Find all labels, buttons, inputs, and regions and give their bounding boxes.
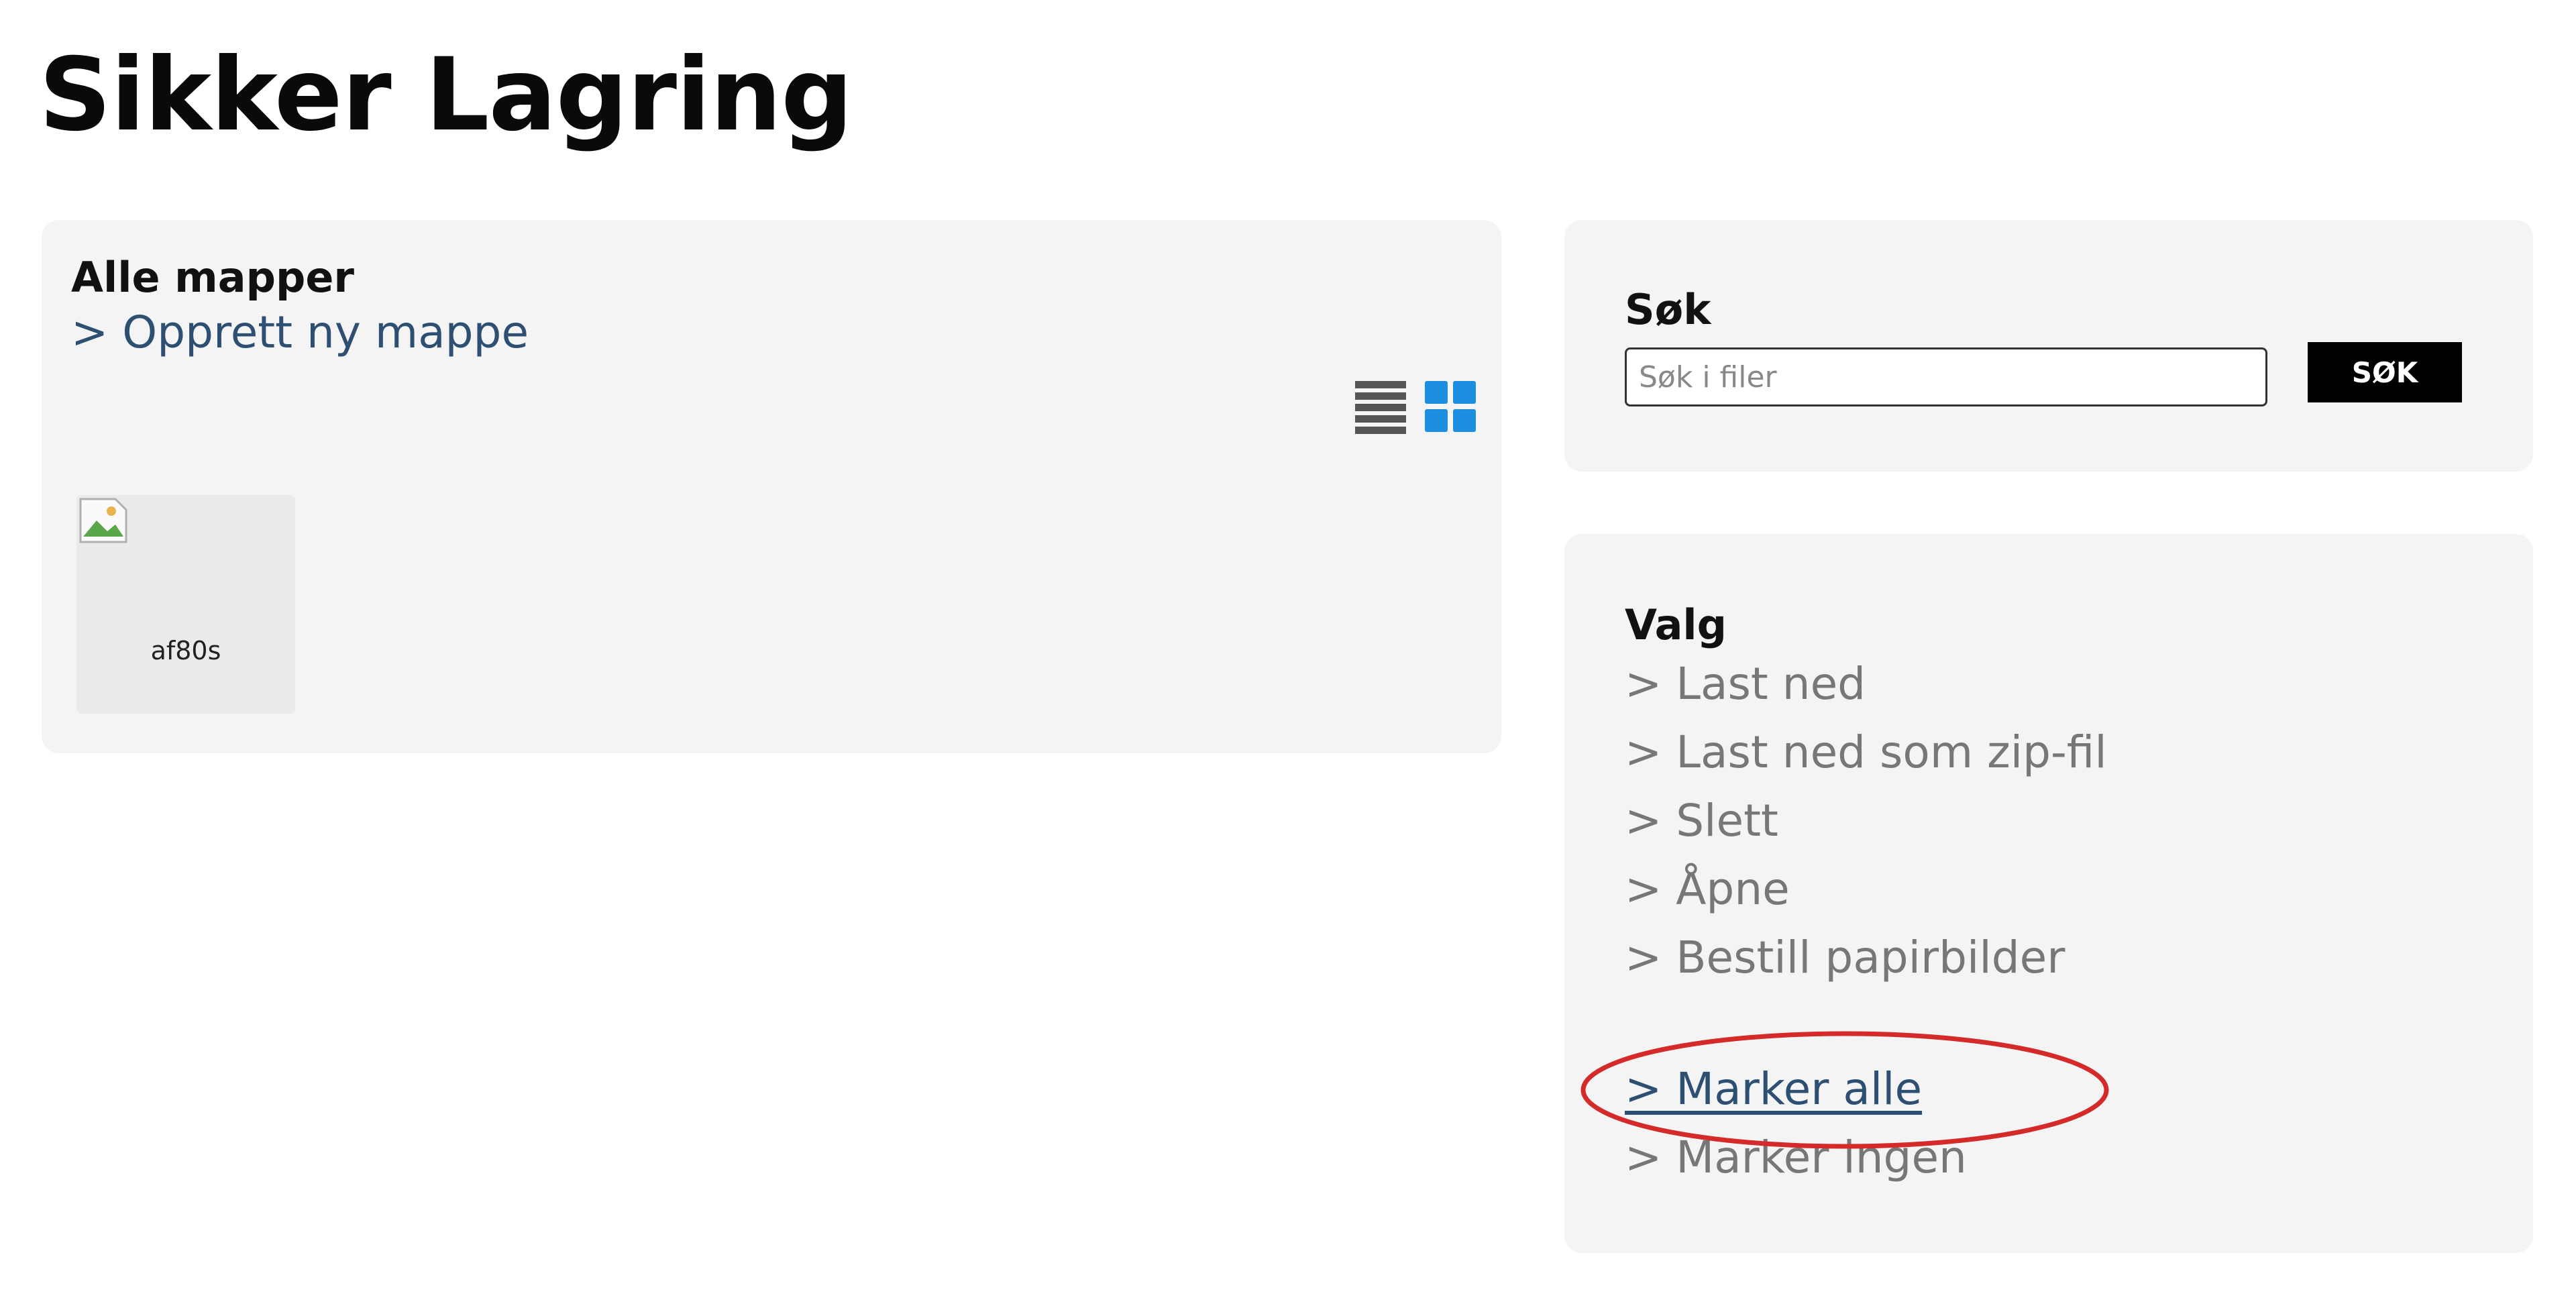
broken-image-icon	[79, 498, 127, 543]
search-input[interactable]	[1625, 347, 2267, 406]
page-title: Sikker Lagring	[39, 37, 853, 154]
download-zip-link[interactable]: > Last ned som zip-fil	[1625, 724, 2107, 781]
list-view-icon[interactable]	[1355, 381, 1406, 434]
folders-panel: Alle mapper > Opprett ny mappe af80s	[42, 220, 1501, 753]
create-folder-link[interactable]: > Opprett ny mappe	[71, 305, 529, 361]
select-all-link[interactable]: > Marker alle	[1625, 1061, 1922, 1117]
options-panel: Valg > Last ned > Last ned som zip-fil >…	[1564, 534, 2533, 1253]
search-panel: Søk SØK	[1564, 220, 2533, 472]
delete-link[interactable]: > Slett	[1625, 793, 1778, 849]
search-heading: Søk	[1625, 285, 1711, 334]
select-none-link[interactable]: > Marker ingen	[1625, 1130, 1967, 1186]
folder-thumbnail-label: af80s	[150, 636, 221, 665]
open-link[interactable]: > Åpne	[1625, 861, 1790, 918]
search-button[interactable]: SØK	[2308, 342, 2462, 402]
folder-thumbnail[interactable]: af80s	[76, 495, 295, 714]
order-prints-link[interactable]: > Bestill papirbilder	[1625, 930, 2065, 986]
download-link[interactable]: > Last ned	[1625, 656, 1866, 712]
options-heading: Valg	[1625, 600, 1727, 649]
grid-view-icon[interactable]	[1425, 381, 1479, 435]
folders-heading: Alle mapper	[71, 253, 354, 302]
